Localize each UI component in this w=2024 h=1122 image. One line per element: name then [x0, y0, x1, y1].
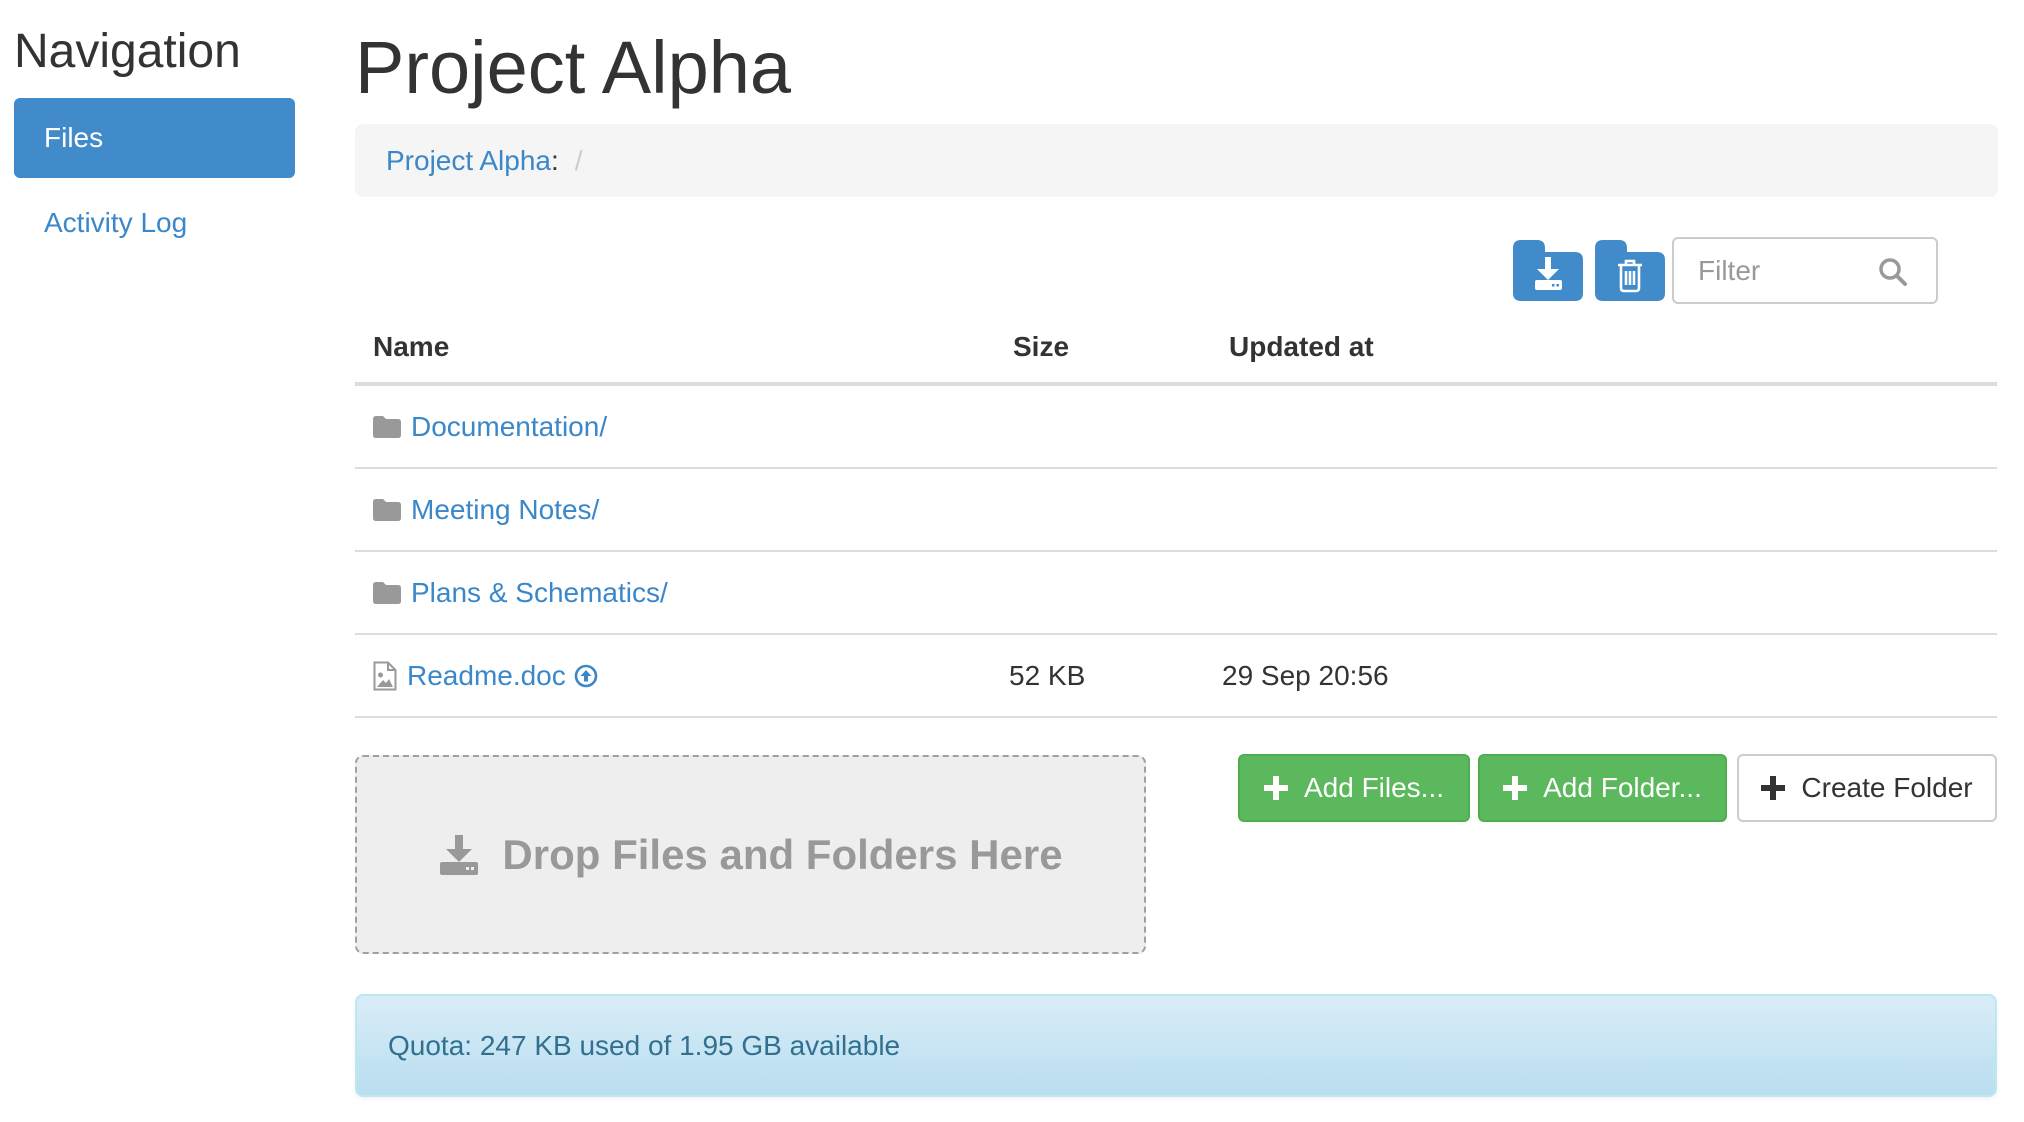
sidebar-heading: Navigation — [14, 25, 241, 78]
add-folder-button[interactable]: Add Folder... — [1478, 754, 1727, 822]
delete-button[interactable] — [1595, 240, 1665, 301]
folder-tab-shape — [1513, 240, 1583, 301]
arrow-circle-up-icon[interactable] — [574, 664, 598, 688]
table-row: Readme.doc 52 KB 29 Sep 20:56 — [355, 635, 1997, 718]
quota-text: Quota: 247 KB used of 1.95 GB available — [388, 1030, 901, 1061]
filter-input[interactable] — [1674, 239, 1874, 302]
folder-icon — [373, 581, 401, 604]
table-row: Plans & Schematics/ — [355, 552, 1997, 635]
search-icon[interactable] — [1878, 257, 1908, 287]
add-files-button[interactable]: Add Files... — [1238, 754, 1470, 822]
plus-icon — [1263, 776, 1288, 800]
filter-field — [1672, 237, 1938, 304]
file-updated-at: 29 Sep 20:56 — [1222, 660, 1389, 691]
image-file-icon — [373, 661, 397, 690]
breadcrumb: Project Alpha: / — [355, 124, 1998, 197]
breadcrumb-separator: / — [574, 145, 583, 176]
folder-link[interactable]: Plans & Schematics/ — [411, 577, 668, 609]
add-folder-label: Add Folder... — [1543, 772, 1702, 803]
file-size: 52 KB — [1009, 660, 1086, 691]
column-header-updated[interactable]: Updated at — [1229, 320, 1374, 374]
column-header-name[interactable]: Name — [373, 320, 449, 374]
folder-icon — [373, 498, 401, 521]
page-title: Project Alpha — [355, 26, 792, 109]
quota-alert: Quota: 247 KB used of 1.95 GB available — [355, 994, 1997, 1097]
drop-zone[interactable]: Drop Files and Folders Here — [355, 755, 1146, 954]
breadcrumb-root-link[interactable]: Project Alpha — [386, 145, 551, 176]
plus-icon — [1761, 776, 1786, 800]
plus-icon — [1503, 776, 1528, 800]
create-folder-label: Create Folder — [1801, 772, 1973, 803]
add-files-label: Add Files... — [1303, 772, 1445, 803]
folder-link[interactable]: Documentation/ — [411, 411, 607, 443]
drop-zone-label: Drop Files and Folders Here — [502, 830, 1063, 878]
folder-link[interactable]: Meeting Notes/ — [411, 494, 599, 526]
column-header-size[interactable]: Size — [1013, 320, 1069, 374]
create-folder-button[interactable]: Create Folder — [1737, 754, 1997, 822]
sidebar-item-activity-log[interactable]: Activity Log — [14, 183, 295, 263]
table-row: Documentation/ — [355, 386, 1997, 469]
download-button[interactable] — [1513, 240, 1583, 301]
file-link[interactable]: Readme.doc — [407, 660, 566, 692]
sidebar-item-files[interactable]: Files — [14, 98, 295, 178]
folder-icon — [373, 415, 401, 438]
folder-tab-shape — [1595, 240, 1665, 301]
breadcrumb-colon: : — [551, 145, 559, 176]
table-row: Meeting Notes/ — [355, 469, 1997, 552]
download-icon — [440, 834, 479, 875]
